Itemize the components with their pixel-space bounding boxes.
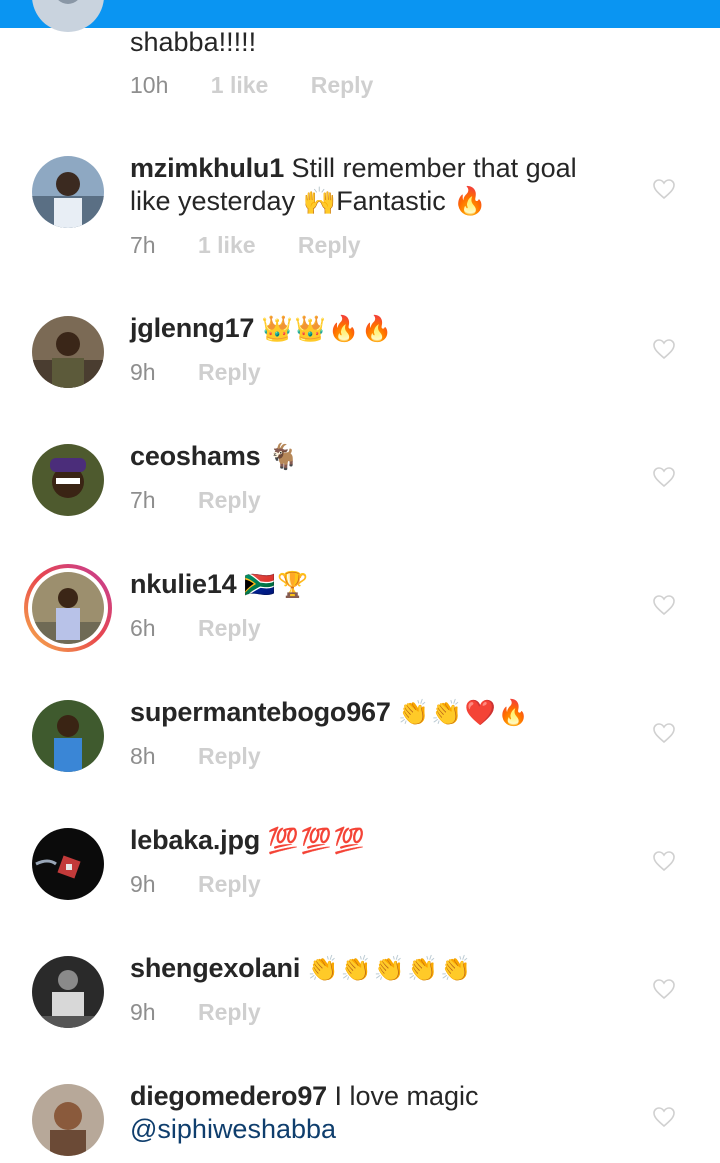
comment-time: 7h: [130, 232, 156, 258]
avatar[interactable]: [32, 700, 104, 772]
comment-meta: 9h Reply: [130, 999, 297, 1026]
comment-username[interactable]: supermantebogo967: [130, 697, 391, 727]
reply-button[interactable]: Reply: [198, 487, 261, 514]
comment-text: jglenng17 👑👑🔥🔥: [130, 312, 630, 346]
avatar-story-ring[interactable]: [24, 564, 112, 652]
comment-text: ceoshams 🐐: [130, 440, 630, 474]
avatar[interactable]: [32, 1084, 104, 1156]
heart-outline-icon[interactable]: [652, 178, 676, 200]
comment-emoji: 🐐: [268, 443, 302, 471]
avatar: [32, 572, 104, 644]
reply-button[interactable]: Reply: [198, 359, 261, 386]
comment-item: shabba!!!!! 10h 1 like Reply: [0, 0, 720, 110]
comment-meta: 9h Reply: [130, 359, 297, 386]
comment-item: supermantebogo967 👏👏❤️🔥 8h Reply: [0, 696, 720, 796]
avatar[interactable]: [32, 156, 104, 228]
comment-item: diegomedero97 I love magic @siphiweshabb…: [0, 1080, 720, 1163]
comment-time: 10h: [130, 72, 169, 98]
comment-time: 7h: [130, 487, 156, 513]
comment-body: shabba!!!!!: [130, 27, 257, 57]
comment-emoji: 👏👏👏👏👏: [307, 955, 474, 983]
comment-body: Still remember that goal: [291, 153, 577, 183]
avatar-ring-gap: [28, 568, 108, 648]
heart-outline-icon[interactable]: [652, 978, 676, 1000]
comment-text: supermantebogo967 👏👏❤️🔥: [130, 696, 630, 730]
avatar[interactable]: [32, 316, 104, 388]
comment-username[interactable]: jglenng17: [130, 313, 254, 343]
comment-text: shengexolani 👏👏👏👏👏: [130, 952, 630, 986]
reply-button[interactable]: Reply: [198, 615, 261, 642]
comment-meta: 6h Reply: [130, 615, 297, 642]
comment-item: nkulie14 🇿🇦🏆 6h Reply: [0, 564, 720, 668]
reply-button[interactable]: Reply: [311, 72, 374, 99]
reply-button[interactable]: Reply: [198, 999, 261, 1026]
reply-button[interactable]: Reply: [198, 871, 261, 898]
comment-item: shengexolani 👏👏👏👏👏 9h Reply: [0, 952, 720, 1052]
avatar[interactable]: [32, 828, 104, 900]
heart-outline-icon[interactable]: [652, 338, 676, 360]
heart-outline-icon[interactable]: [652, 850, 676, 872]
comment-time: 9h: [130, 999, 156, 1025]
comment-time: 9h: [130, 871, 156, 897]
comment-time: 8h: [130, 743, 156, 769]
comment-meta: 7h 1 like Reply: [130, 232, 397, 259]
likes-count[interactable]: 1 like: [198, 232, 256, 259]
comment-username[interactable]: mzimkhulu1: [130, 153, 284, 183]
comment-emoji: 👑👑🔥🔥: [261, 315, 395, 343]
comment-username[interactable]: diegomedero97: [130, 1081, 327, 1111]
comment-time: 9h: [130, 359, 156, 385]
comment-mention[interactable]: @siphiweshabba: [130, 1113, 630, 1146]
comment-emoji: 💯💯💯: [267, 827, 367, 855]
comment-text: nkulie14 🇿🇦🏆: [130, 568, 630, 602]
comment-meta: 9h Reply: [130, 871, 297, 898]
comment-username[interactable]: nkulie14: [130, 569, 237, 599]
avatar[interactable]: [32, 444, 104, 516]
comment-text: diegomedero97 I love magic @siphiweshabb…: [130, 1080, 630, 1146]
comment-username[interactable]: shengexolani: [130, 953, 300, 983]
comment-emoji: 👏👏❤️🔥: [398, 699, 531, 727]
reply-button[interactable]: Reply: [198, 743, 261, 770]
comment-time: 6h: [130, 615, 156, 641]
heart-outline-icon[interactable]: [652, 594, 676, 616]
comment-item: mzimkhulu1 Still remember that goal like…: [0, 152, 720, 272]
comment-item: ceoshams 🐐 7h Reply: [0, 440, 720, 540]
heart-outline-icon[interactable]: [652, 466, 676, 488]
comment-text: shabba!!!!!: [130, 26, 630, 59]
comment-body: I love magic: [334, 1081, 479, 1111]
comment-meta: 10h 1 like Reply: [130, 72, 409, 99]
comment-item: lebaka.jpg 💯💯💯 9h Reply: [0, 824, 720, 924]
avatar[interactable]: [32, 956, 104, 1028]
comment-meta: 7h Reply: [130, 487, 297, 514]
heart-outline-icon[interactable]: [652, 1106, 676, 1128]
comment-body-line2: like yesterday 🙌Fantastic 🔥: [130, 186, 487, 216]
likes-count[interactable]: 1 like: [211, 72, 269, 99]
reply-button[interactable]: Reply: [298, 232, 361, 259]
avatar[interactable]: [32, 0, 104, 32]
comment-text: lebaka.jpg 💯💯💯: [130, 824, 630, 858]
comment-meta: 8h Reply: [130, 743, 297, 770]
comment-item: jglenng17 👑👑🔥🔥 9h Reply: [0, 312, 720, 412]
heart-outline-icon[interactable]: [652, 722, 676, 744]
comment-text: mzimkhulu1 Still remember that goal like…: [130, 152, 630, 218]
comment-emoji: 🇿🇦🏆: [243, 571, 311, 599]
comment-username[interactable]: ceoshams: [130, 441, 261, 471]
comment-username[interactable]: lebaka.jpg: [130, 825, 260, 855]
